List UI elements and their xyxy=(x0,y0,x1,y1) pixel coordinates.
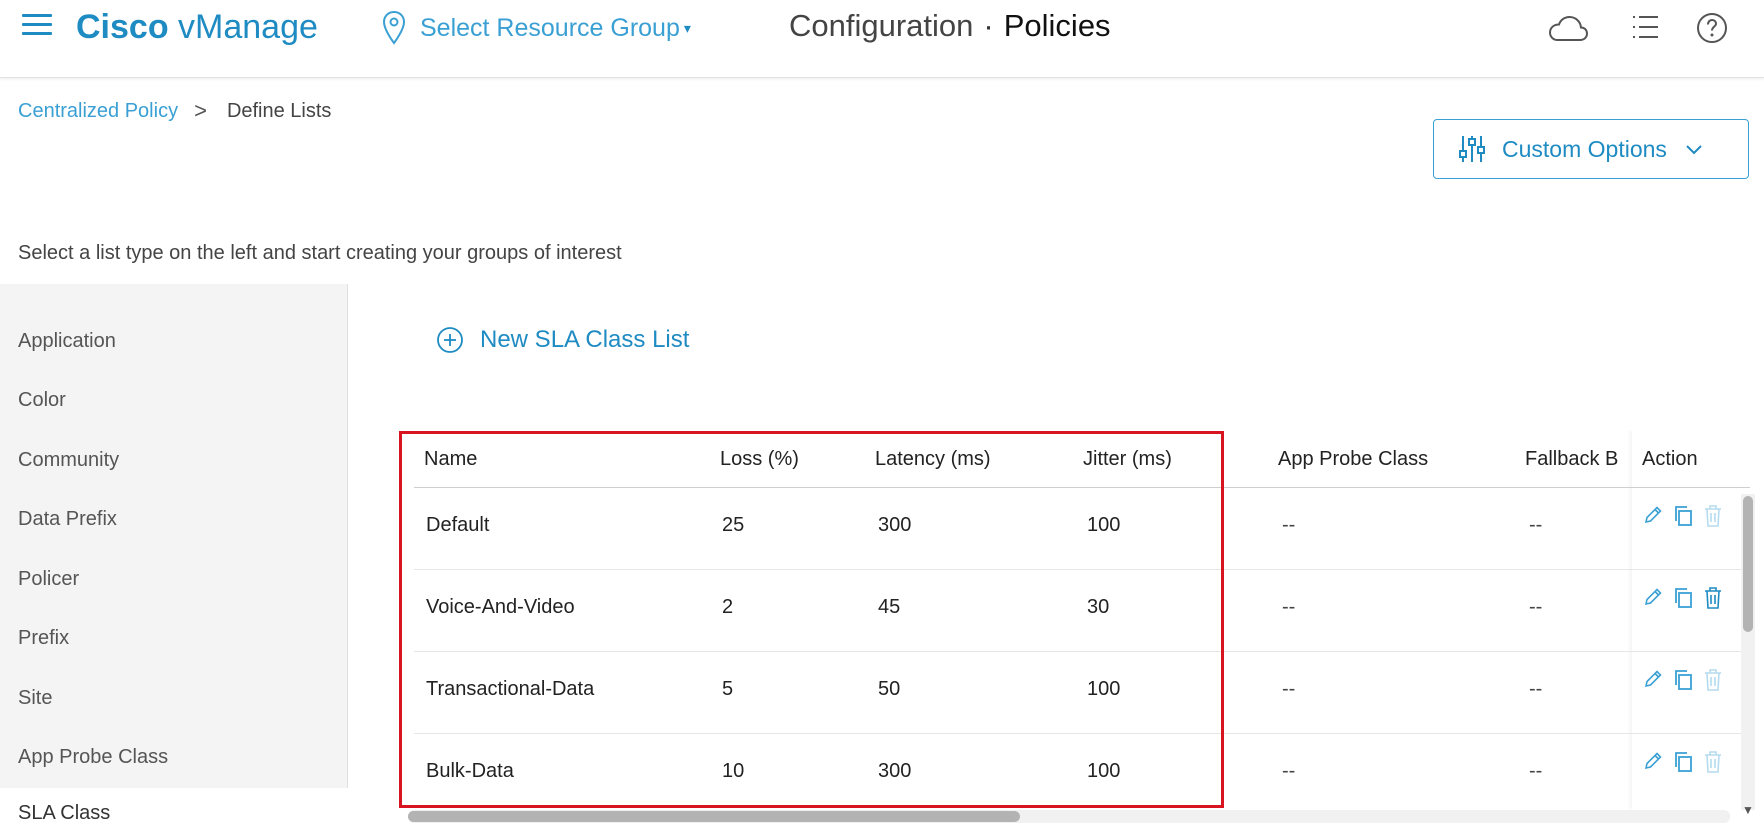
column-header-latency[interactable]: Latency (ms) xyxy=(875,448,991,471)
title-section: Configuration xyxy=(789,8,974,43)
scroll-down-arrow-icon[interactable]: ▼ xyxy=(1742,803,1754,817)
chevron-down-icon: ▾ xyxy=(683,19,691,36)
list-type-sidebar: Application Color Community Data Prefix … xyxy=(0,284,348,829)
breadcrumb-current: Define Lists xyxy=(226,99,332,122)
sidebar-item-site[interactable]: Site xyxy=(0,673,348,723)
sliders-icon xyxy=(1459,136,1485,162)
cloud-icon[interactable] xyxy=(1547,12,1589,48)
edit-icon[interactable] xyxy=(1642,750,1664,779)
column-header-name[interactable]: Name xyxy=(424,448,477,471)
cell-name: Transactional-Data xyxy=(426,678,595,700)
delete-icon[interactable] xyxy=(1702,586,1724,615)
cell-name: Default xyxy=(426,514,490,536)
table-row[interactable]: Default 25 300 100 -- -- xyxy=(414,488,1750,570)
breadcrumb: Centralized Policy > Define Lists xyxy=(18,98,331,124)
resource-group-label: Select Resource Group xyxy=(420,13,680,42)
custom-options-label: Custom Options xyxy=(1502,135,1667,162)
cell-jitter: 100 xyxy=(1087,678,1121,700)
page-title: Configuration · Policies xyxy=(789,8,1111,44)
sla-class-table: Name Loss (%) Latency (ms) Jitter (ms) A… xyxy=(412,430,1750,810)
help-icon[interactable] xyxy=(1696,12,1736,48)
cell-fallback: -- xyxy=(1529,596,1543,618)
cell-name: Bulk-Data xyxy=(426,760,514,782)
table-row[interactable]: Voice-And-Video 2 45 30 -- -- xyxy=(414,570,1750,652)
cell-jitter: 100 xyxy=(1087,760,1121,782)
app-brand[interactable]: Cisco vManage xyxy=(76,8,318,47)
sidebar-item-app-probe-class[interactable]: App Probe Class xyxy=(0,732,348,782)
new-sla-class-list-button[interactable]: New SLA Class List xyxy=(436,326,689,354)
cell-loss: 10 xyxy=(722,760,745,782)
copy-icon[interactable] xyxy=(1672,504,1694,533)
cell-fallback: -- xyxy=(1529,514,1543,536)
delete-icon[interactable] xyxy=(1702,668,1724,697)
cell-loss: 2 xyxy=(722,596,734,618)
cell-loss: 25 xyxy=(722,514,745,536)
location-pin-icon xyxy=(382,10,406,45)
cell-loss: 5 xyxy=(722,678,734,700)
cell-latency: 50 xyxy=(878,678,901,700)
cell-app-probe-class: -- xyxy=(1282,596,1296,618)
horizontal-scrollbar[interactable] xyxy=(408,810,1730,823)
plus-circle-icon xyxy=(437,327,463,353)
column-header-app-probe-class[interactable]: App Probe Class xyxy=(1278,448,1428,471)
brand-light: vManage xyxy=(168,8,318,46)
edit-icon[interactable] xyxy=(1642,586,1664,615)
vertical-scrollbar[interactable] xyxy=(1741,494,1755,810)
column-header-fallback[interactable]: Fallback B xyxy=(1525,448,1618,471)
breadcrumb-centralized-policy[interactable]: Centralized Policy xyxy=(18,100,178,123)
column-header-loss[interactable]: Loss (%) xyxy=(720,448,799,471)
delete-icon[interactable] xyxy=(1702,504,1724,533)
cell-name: Voice-And-Video xyxy=(426,596,575,618)
cell-fallback: -- xyxy=(1529,760,1543,782)
list-icon[interactable] xyxy=(1630,12,1670,48)
vertical-scroll-thumb[interactable] xyxy=(1743,496,1753,632)
cell-latency: 300 xyxy=(878,514,912,536)
sidebar-item-policer[interactable]: Policer xyxy=(0,554,348,604)
column-header-action: Action xyxy=(1642,448,1698,470)
cell-jitter: 30 xyxy=(1087,596,1110,618)
cell-app-probe-class: -- xyxy=(1282,678,1296,700)
title-dot: · xyxy=(983,8,994,43)
sidebar-item-color[interactable]: Color xyxy=(0,375,348,425)
table-row[interactable]: Transactional-Data 5 50 100 -- -- xyxy=(414,652,1750,734)
copy-icon[interactable] xyxy=(1672,750,1694,779)
new-list-label: New SLA Class List xyxy=(480,326,690,353)
chevron-right-icon: > xyxy=(194,98,207,123)
edit-icon[interactable] xyxy=(1642,668,1664,697)
cell-app-probe-class: -- xyxy=(1282,514,1296,536)
top-bar: Cisco vManage Select Resource Group ▾ Co… xyxy=(0,0,1764,78)
copy-icon[interactable] xyxy=(1672,668,1694,697)
sidebar-item-data-prefix[interactable]: Data Prefix xyxy=(0,494,348,544)
edit-icon[interactable] xyxy=(1642,504,1664,533)
sidebar-item-sla-class[interactable]: SLA Class xyxy=(0,788,348,829)
title-page: Policies xyxy=(1003,8,1111,43)
cell-latency: 300 xyxy=(878,760,912,782)
sidebar-item-community[interactable]: Community xyxy=(0,435,348,485)
custom-options-button[interactable]: Custom Options xyxy=(1433,119,1749,179)
chevron-down-icon xyxy=(1686,145,1702,155)
sidebar-item-prefix[interactable]: Prefix xyxy=(0,613,348,663)
row-actions xyxy=(1642,668,1724,697)
column-header-jitter[interactable]: Jitter (ms) xyxy=(1083,448,1172,471)
brand-bold: Cisco xyxy=(76,8,169,46)
row-actions xyxy=(1642,504,1724,533)
copy-icon[interactable] xyxy=(1672,586,1694,615)
cell-fallback: -- xyxy=(1529,678,1543,700)
cell-jitter: 100 xyxy=(1087,514,1121,536)
sidebar-item-application[interactable]: Application xyxy=(0,316,348,366)
menu-icon[interactable] xyxy=(22,14,52,38)
row-actions xyxy=(1642,586,1724,615)
resource-group-selector[interactable]: Select Resource Group ▾ xyxy=(382,10,691,46)
table-row[interactable]: Bulk-Data 10 300 100 -- -- xyxy=(414,734,1750,810)
cell-app-probe-class: -- xyxy=(1282,760,1296,782)
cell-latency: 45 xyxy=(878,596,901,618)
instruction-text: Select a list type on the left and start… xyxy=(18,242,622,264)
delete-icon[interactable] xyxy=(1702,750,1724,779)
row-actions xyxy=(1642,750,1724,779)
horizontal-scroll-thumb[interactable] xyxy=(408,811,1020,822)
